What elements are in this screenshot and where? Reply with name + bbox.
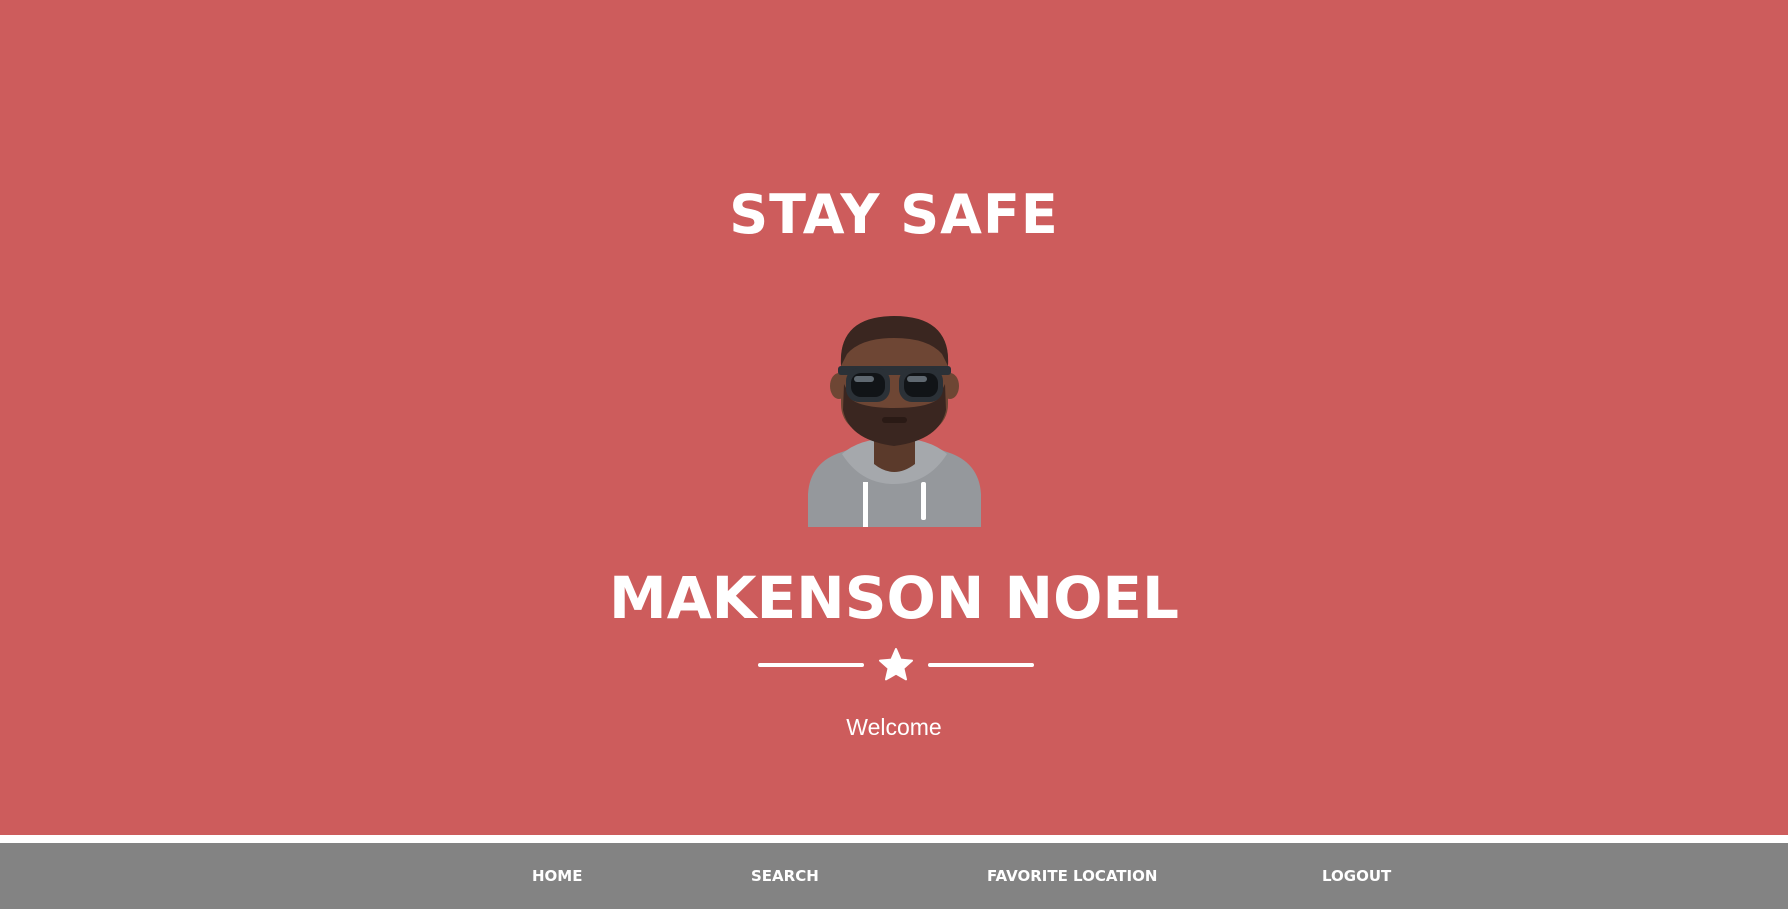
nav-favorite-location-link[interactable]: FAVORITE LOCATION <box>987 843 1157 909</box>
star-icon <box>879 648 913 681</box>
hero-section: STAY SAFE MAKENSON NOEL Welcome <box>0 0 1788 835</box>
nav-search-link[interactable]: SEARCH <box>751 843 819 909</box>
avatar <box>808 316 981 527</box>
bottom-nav: HOME SEARCH FAVORITE LOCATION LOGOUT <box>0 843 1788 909</box>
nav-logout-link[interactable]: LOGOUT <box>1322 843 1391 909</box>
welcome-text: Welcome <box>846 714 942 740</box>
site-title: STAY SAFE <box>729 183 1059 246</box>
user-name: MAKENSON NOEL <box>609 564 1179 632</box>
page: STAY SAFE MAKENSON NOEL Welcome HOME SEA… <box>0 0 1788 909</box>
divider-line-right <box>928 663 1034 667</box>
divider-line-left <box>758 663 864 667</box>
nav-home-link[interactable]: HOME <box>532 843 582 909</box>
divider-star <box>758 648 1034 682</box>
